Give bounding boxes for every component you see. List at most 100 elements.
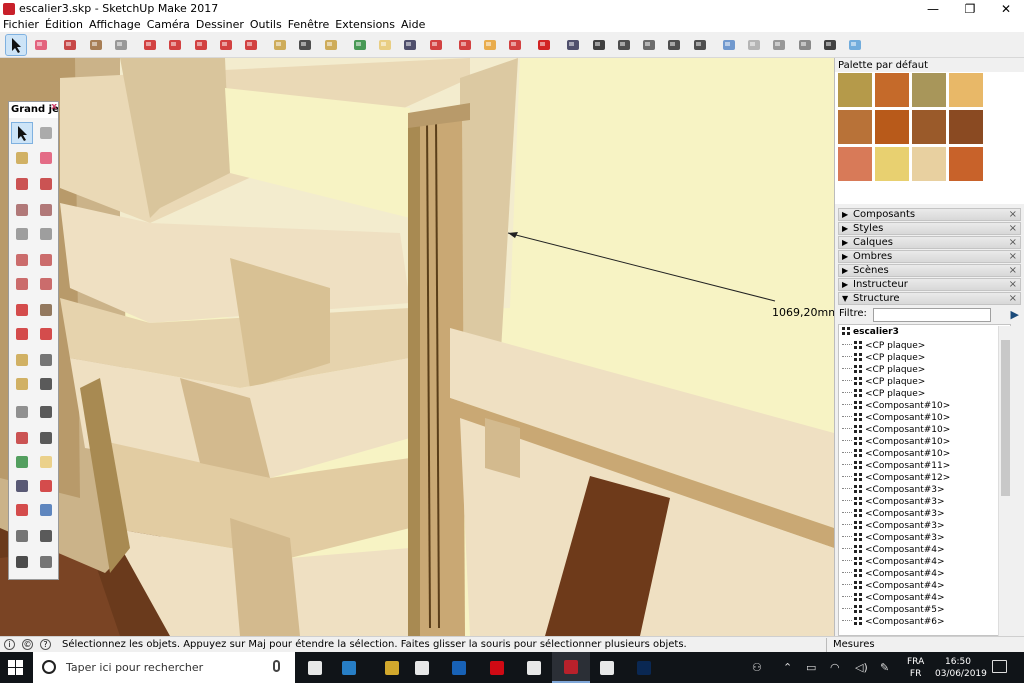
text-icon[interactable]: [36, 402, 56, 422]
front-view-icon[interactable]: [614, 35, 634, 55]
outliner-item[interactable]: <Composant#10>: [842, 399, 950, 411]
axes-icon[interactable]: [12, 428, 32, 448]
tape-measure-icon[interactable]: [270, 35, 290, 55]
photoshop-icon[interactable]: [625, 652, 663, 683]
taskbar-search-box[interactable]: Taper ici pour rechercher: [33, 652, 295, 683]
material-swatch[interactable]: [912, 110, 946, 144]
outliner-item[interactable]: <Composant#12>: [842, 471, 950, 483]
material-swatch[interactable]: [912, 147, 946, 181]
tray-section-scènes[interactable]: ▶ Scènes ×: [838, 264, 1021, 277]
system-clock[interactable]: 16:50 03/06/2019: [935, 656, 987, 680]
filter-input[interactable]: [873, 308, 991, 322]
outlook-icon[interactable]: [440, 652, 478, 683]
follow-me-icon[interactable]: [36, 324, 56, 344]
shaded-icon[interactable]: [795, 35, 815, 55]
three-point-arc-icon[interactable]: [36, 274, 56, 294]
zoom-extents-icon[interactable]: [426, 35, 446, 55]
outliner-item[interactable]: <Composant#4>: [842, 579, 945, 591]
outliner-item[interactable]: <CP plaque>: [842, 363, 925, 375]
rotate-icon[interactable]: [216, 35, 236, 55]
zoom-window-icon[interactable]: [36, 476, 56, 496]
netflix-icon[interactable]: [478, 652, 516, 683]
outliner-item[interactable]: <Composant#4>: [842, 591, 945, 603]
filter-arrow-icon[interactable]: ▶: [1011, 308, 1019, 321]
dimension-icon[interactable]: [36, 374, 56, 394]
material-swatch[interactable]: [949, 110, 983, 144]
pie-icon[interactable]: [36, 250, 56, 270]
volume-icon[interactable]: ◁): [855, 661, 868, 674]
scale-icon[interactable]: [241, 35, 261, 55]
tray-section-composants[interactable]: ▶ Composants ×: [838, 208, 1021, 221]
line-icon[interactable]: [12, 174, 32, 194]
zoom-extents-icon[interactable]: [12, 500, 32, 520]
back-view-icon[interactable]: [664, 35, 684, 55]
pen-icon[interactable]: ✎: [880, 661, 889, 674]
credits-icon[interactable]: ©: [22, 639, 33, 650]
polygon-icon[interactable]: [36, 224, 56, 244]
top-view-icon[interactable]: [589, 35, 609, 55]
network-icon[interactable]: ▭: [806, 661, 816, 674]
sketchup-icon[interactable]: [552, 652, 590, 683]
close-section-icon[interactable]: ×: [1009, 223, 1017, 234]
menu-affichage[interactable]: Affichage: [89, 18, 141, 31]
outliner-item[interactable]: <Composant#3>: [842, 495, 945, 507]
two-point-arc-icon[interactable]: [12, 274, 32, 294]
material-swatch[interactable]: [838, 147, 872, 181]
material-swatch[interactable]: [838, 73, 872, 107]
material-swatch[interactable]: [838, 110, 872, 144]
outliner-item[interactable]: <Composant#10>: [842, 423, 950, 435]
layout-icon[interactable]: [505, 35, 525, 55]
circle-icon[interactable]: [12, 224, 32, 244]
expanded-arrow-icon[interactable]: ▼: [842, 294, 848, 303]
right-view-icon[interactable]: [639, 35, 659, 55]
rotate-icon[interactable]: [12, 324, 32, 344]
close-section-icon[interactable]: ×: [1009, 279, 1017, 290]
drawing-viewport[interactable]: 1069,20mm: [0, 58, 834, 636]
show-hidden-icons-icon[interactable]: ⌃: [783, 661, 792, 674]
store-icon[interactable]: [403, 652, 441, 683]
orbit-icon[interactable]: [350, 35, 370, 55]
orbit-icon[interactable]: [12, 452, 32, 472]
calculator-icon[interactable]: [515, 652, 553, 683]
outliner-item[interactable]: <Composant#4>: [842, 543, 945, 555]
outliner-item[interactable]: <Composant#10>: [842, 447, 950, 459]
xray-icon[interactable]: [719, 35, 739, 55]
offset-icon[interactable]: [36, 350, 56, 370]
outliner-item[interactable]: <Composant#3>: [842, 531, 945, 543]
wifi-icon[interactable]: ◠: [830, 661, 840, 674]
position-camera-icon[interactable]: [12, 526, 32, 546]
outliner-item[interactable]: <Composant#10>: [842, 435, 950, 447]
eraser-icon[interactable]: [36, 148, 56, 168]
arc-icon[interactable]: [86, 35, 106, 55]
collapsed-arrow-icon[interactable]: ▶: [842, 224, 848, 233]
outliner-item[interactable]: <Composant#11>: [842, 459, 950, 471]
menu-outils[interactable]: Outils: [250, 18, 282, 31]
task-view-icon[interactable]: [296, 652, 334, 683]
select-icon[interactable]: [11, 122, 33, 144]
monochrome-icon[interactable]: [845, 35, 865, 55]
warehouse-icon[interactable]: [455, 35, 475, 55]
paint-icon[interactable]: [12, 148, 32, 168]
scrollbar-thumb[interactable]: [1001, 340, 1010, 496]
menu-extensions[interactable]: Extensions: [335, 18, 395, 31]
photos-icon[interactable]: [588, 652, 626, 683]
outliner-scrollbar[interactable]: [998, 326, 1011, 636]
iso-view-icon[interactable]: [563, 35, 583, 55]
select-tool-icon[interactable]: [5, 34, 27, 56]
menu-fenetre[interactable]: Fenêtre: [288, 18, 330, 31]
outliner-item[interactable]: <CP plaque>: [842, 339, 925, 351]
move-icon[interactable]: [191, 35, 211, 55]
move-icon[interactable]: [12, 300, 32, 320]
outliner-item[interactable]: <Composant#4>: [842, 555, 945, 567]
outliner-item[interactable]: <Composant#5>: [842, 603, 945, 615]
outliner-tree[interactable]: escalier3 <CP plaque> <CP plaque> <CP plaq…: [838, 324, 1011, 636]
rotated-rect-icon[interactable]: [36, 200, 56, 220]
text-icon[interactable]: [295, 35, 315, 55]
paint-bucket-icon[interactable]: [321, 35, 341, 55]
outliner-root[interactable]: escalier3: [842, 327, 899, 339]
component-icon[interactable]: [36, 123, 56, 143]
outliner-item[interactable]: <CP plaque>: [842, 375, 925, 387]
tray-section-ombres[interactable]: ▶ Ombres ×: [838, 250, 1021, 263]
tray-section-structure[interactable]: ▼ Structure ×: [838, 292, 1021, 305]
tape-icon[interactable]: [12, 374, 32, 394]
